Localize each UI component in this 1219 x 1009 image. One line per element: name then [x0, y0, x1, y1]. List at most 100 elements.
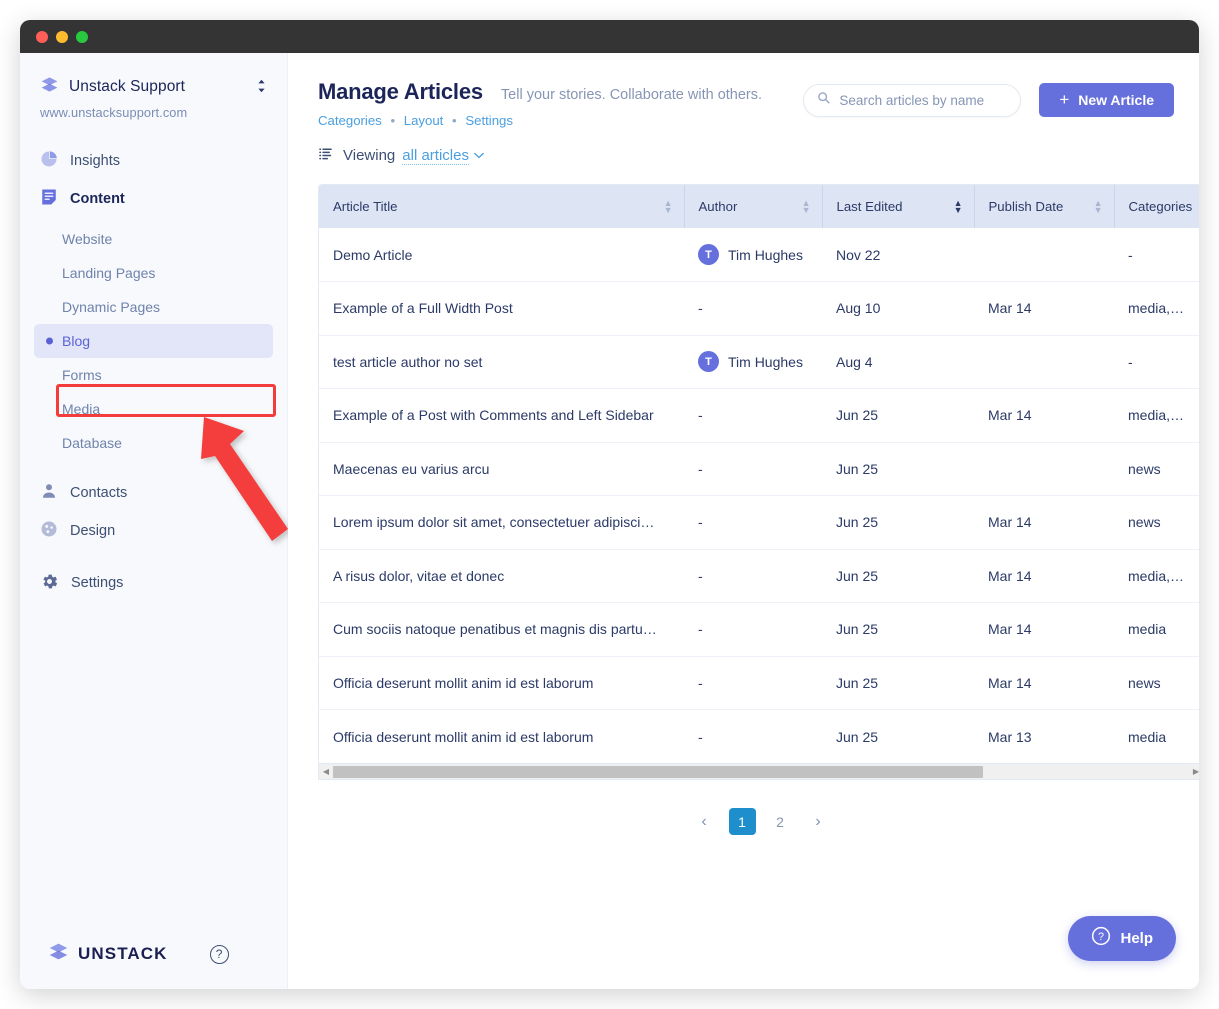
cell-publish-date [974, 442, 1114, 496]
cell-last-edited: Jun 25 [822, 442, 974, 496]
sidebar-item-media[interactable]: Media [34, 392, 273, 426]
column-label: Author [699, 199, 738, 214]
scroll-left-arrow-icon[interactable]: ◀ [319, 767, 333, 776]
column-header-last-edited[interactable]: Last Edited ▲▼ [822, 185, 974, 228]
help-button-label: Help [1120, 930, 1153, 947]
sidebar-item-settings[interactable]: Settings [20, 564, 287, 602]
cell-publish-date [974, 228, 1114, 282]
cell-article-title[interactable]: Officia deserunt mollit anim id est labo… [319, 656, 684, 710]
cell-last-edited: Aug 4 [822, 335, 974, 389]
column-header-categories[interactable]: Categories [1114, 185, 1199, 228]
cell-publish-date: Mar 14 [974, 282, 1114, 336]
cell-article-title[interactable]: Example of a Post with Comments and Left… [319, 389, 684, 443]
cell-article-title[interactable]: Maecenas eu varius arcu [319, 442, 684, 496]
sublink-categories[interactable]: Categories [318, 113, 382, 128]
table-row[interactable]: Cum sociis natoque penatibus et magnis d… [319, 603, 1199, 657]
cell-author: TTim Hughes [684, 228, 822, 282]
question-circle-icon[interactable]: ? [210, 945, 229, 964]
search-input[interactable] [839, 93, 1007, 108]
sidebar-subitem-label: Blog [62, 333, 90, 349]
sidebar-item-landing-pages[interactable]: Landing Pages [34, 256, 273, 290]
scroll-right-arrow-icon[interactable]: ▶ [1189, 767, 1199, 776]
close-window-button[interactable] [36, 31, 48, 43]
sidebar-item-design[interactable]: Design [20, 512, 287, 550]
pagination: ‹ 1 2 › [318, 808, 1199, 835]
cell-last-edited: Jun 25 [822, 710, 974, 764]
sidebar-item-blog[interactable]: Blog [34, 324, 273, 358]
table-row[interactable]: test article author no setTTim HughesAug… [319, 335, 1199, 389]
page-header: Manage Articles Tell your stories. Colla… [288, 53, 1199, 128]
new-article-button[interactable]: + New Article [1039, 83, 1174, 117]
sidebar-subitem-label: Website [62, 231, 112, 247]
sort-icon[interactable]: ▲▼ [664, 200, 673, 214]
table-row[interactable]: Officia deserunt mollit anim id est labo… [319, 710, 1199, 764]
column-label: Last Edited [837, 199, 903, 214]
cell-categories: media [1114, 710, 1199, 764]
pagination-page-1[interactable]: 1 [729, 808, 756, 835]
table-row[interactable]: A risus dolor, vitae et donec-Jun 25Mar … [319, 549, 1199, 603]
sidebar-subitem-label: Landing Pages [62, 265, 155, 281]
viewing-filter-dropdown[interactable]: all articles [402, 147, 469, 165]
table-row[interactable]: Maecenas eu varius arcu-Jun 25news [319, 442, 1199, 496]
sublink-settings[interactable]: Settings [465, 113, 513, 128]
table-row[interactable]: Lorem ipsum dolor sit amet, consectetuer… [319, 496, 1199, 550]
sidebar-item-database[interactable]: Database [34, 426, 273, 460]
scrollbar-track[interactable] [333, 765, 1189, 779]
cell-last-edited: Jun 25 [822, 496, 974, 550]
table-head: Article Title ▲▼ Author ▲▼ Last Edited ▲… [319, 185, 1199, 228]
articles-table: Article Title ▲▼ Author ▲▼ Last Edited ▲… [319, 185, 1199, 763]
table-row[interactable]: Demo ArticleTTim HughesNov 22- [319, 228, 1199, 282]
cell-categories: media,news [1114, 389, 1199, 443]
cell-categories: - [1114, 335, 1199, 389]
filter-list-icon [318, 146, 333, 165]
pagination-page-2[interactable]: 2 [767, 808, 794, 835]
column-header-article-title[interactable]: Article Title ▲▼ [319, 185, 684, 228]
sublink-layout[interactable]: Layout [404, 113, 444, 128]
cell-author: - [684, 496, 822, 550]
cell-article-title[interactable]: A risus dolor, vitae et donec [319, 549, 684, 603]
sidebar-subitem-label: Database [62, 435, 122, 451]
cell-article-title[interactable]: test article author no set [319, 335, 684, 389]
table-row[interactable]: Example of a Full Width Post-Aug 10Mar 1… [319, 282, 1199, 336]
minimize-window-button[interactable] [56, 31, 68, 43]
cell-categories: news [1114, 442, 1199, 496]
help-button[interactable]: ? Help [1068, 916, 1176, 961]
column-header-publish-date[interactable]: Publish Date ▲▼ [974, 185, 1114, 228]
sidebar-item-dynamic-pages[interactable]: Dynamic Pages [34, 290, 273, 324]
chevron-down-icon[interactable] [474, 150, 484, 162]
pagination-prev-button[interactable]: ‹ [691, 808, 718, 835]
cell-article-title[interactable]: Example of a Full Width Post [319, 282, 684, 336]
cell-article-title[interactable]: Officia deserunt mollit anim id est labo… [319, 710, 684, 764]
sort-icon-active[interactable]: ▲▼ [954, 200, 963, 214]
sidebar-item-contacts[interactable]: Contacts [20, 474, 287, 512]
table-header-row: Article Title ▲▼ Author ▲▼ Last Edited ▲… [319, 185, 1199, 228]
column-label: Article Title [333, 199, 398, 214]
column-header-author[interactable]: Author ▲▼ [684, 185, 822, 228]
sidebar-item-forms[interactable]: Forms [34, 358, 273, 392]
column-label: Categories [1129, 199, 1193, 214]
sort-icon[interactable]: ▲▼ [802, 200, 811, 214]
sidebar-item-website[interactable]: Website [34, 222, 273, 256]
scrollbar-thumb[interactable] [333, 766, 983, 778]
cell-article-title[interactable]: Demo Article [319, 228, 684, 282]
pagination-next-button[interactable]: › [805, 808, 832, 835]
sidebar-item-label: Settings [71, 575, 123, 591]
search-box[interactable] [803, 84, 1021, 117]
table-horizontal-scrollbar[interactable]: ◀ ▶ [318, 764, 1199, 780]
document-icon [40, 188, 58, 210]
zoom-window-button[interactable] [76, 31, 88, 43]
page-sublinks: Categories • Layout • Settings [318, 113, 762, 128]
sidebar-item-label: Design [70, 523, 115, 539]
sidebar-item-insights[interactable]: Insights [20, 142, 287, 180]
table-row[interactable]: Officia deserunt mollit anim id est labo… [319, 656, 1199, 710]
sidebar-item-content[interactable]: Content [20, 180, 287, 218]
table-row[interactable]: Example of a Post with Comments and Left… [319, 389, 1199, 443]
cell-author: TTim Hughes [684, 335, 822, 389]
workspace-url[interactable]: www.unstacksupport.com [40, 105, 267, 120]
cell-author: - [684, 282, 822, 336]
chevron-up-down-icon[interactable] [256, 78, 267, 97]
workspace-switcher[interactable]: Unstack Support [40, 75, 267, 99]
sort-icon[interactable]: ▲▼ [1094, 200, 1103, 214]
cell-article-title[interactable]: Cum sociis natoque penatibus et magnis d… [319, 603, 684, 657]
cell-article-title[interactable]: Lorem ipsum dolor sit amet, consectetuer… [319, 496, 684, 550]
